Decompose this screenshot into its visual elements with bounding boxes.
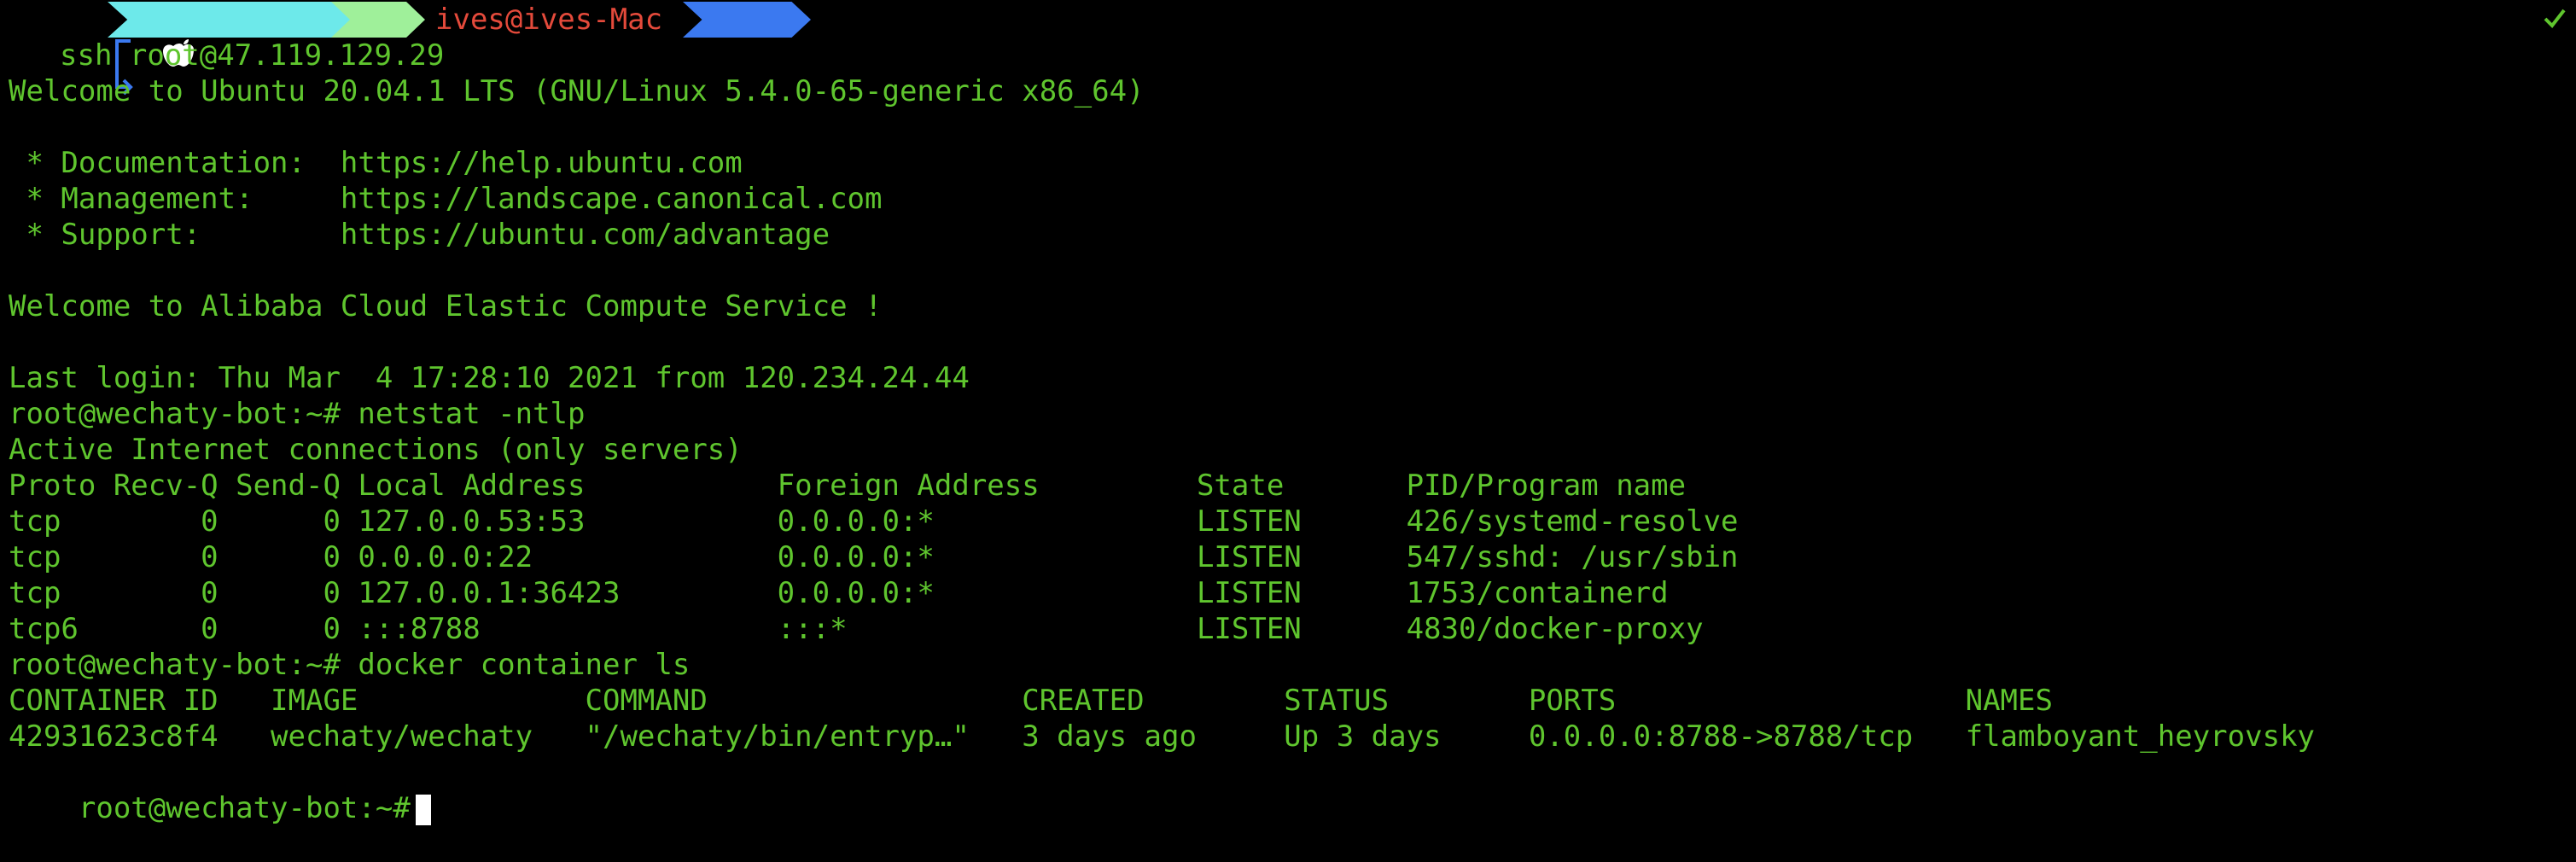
output-line: tcp6 0 0 :::8788 :::* LISTEN 4830/docker… [9, 612, 1704, 646]
prompt-corner [0, 2, 133, 96]
final-prompt: root@wechaty-bot:~# [78, 791, 411, 825]
terminal-window[interactable]: go1.15.2 ▯ ives@ives-Mac ~ ssh root@47.1… [0, 0, 2576, 825]
directory-segment: ~ [683, 2, 811, 38]
directory-path: ~ [840, 38, 859, 73]
output-line: Welcome to Ubuntu 20.04.1 LTS (GNU/Linux… [9, 74, 1145, 108]
user-host: ives@ives-Mac [435, 3, 663, 37]
output-line: Proto Recv-Q Send-Q Local Address Foreig… [9, 469, 1687, 503]
output-line: CONTAINER ID IMAGE COMMAND CREATED STATU… [9, 684, 2053, 718]
output-line: * Management: https://landscape.canonica… [9, 182, 883, 216]
checkmark-icon [2544, 9, 2566, 29]
python-icon [436, 38, 530, 73]
output-line: Active Internet connections (only server… [9, 433, 743, 467]
output-line: 42931623c8f4 wechaty/wechaty "/wechaty/b… [9, 719, 2316, 754]
output-line: root@wechaty-bot:~# docker container ls [9, 648, 691, 682]
output-line: tcp 0 0 127.0.0.1:36423 0.0.0.0:* LISTEN… [9, 576, 1669, 610]
os-segment [34, 2, 194, 67]
text-cursor[interactable] [415, 794, 431, 825]
final-prompt-line[interactable]: root@wechaty-bot:~# [9, 754, 431, 825]
output-line: * Support: https://ubuntu.com/advantage [9, 218, 830, 252]
output-line: tcp 0 0 127.0.0.53:53 0.0.0.0:* LISTEN 4… [9, 504, 1739, 539]
output-line: Welcome to Alibaba Cloud Elastic Compute… [9, 289, 883, 323]
output-line: Last login: Thu Mar 4 17:28:10 2021 from… [9, 361, 970, 395]
output-line: * Documentation: https://help.ubuntu.com [9, 146, 743, 180]
home-icon [815, 38, 841, 73]
output-line: tcp 0 0 0.0.0.0:22 0.0.0.0:* LISTEN 547/… [9, 540, 1739, 574]
prompt-bar: go1.15.2 ▯ ives@ives-Mac ~ [0, 2, 2576, 96]
go-version-segment: go1.15.2 ▯ [108, 2, 355, 38]
ssh-command: ssh root@47.119.129.29 [60, 38, 445, 73]
output-line: root@wechaty-bot:~# netstat -ntlp [9, 397, 586, 431]
